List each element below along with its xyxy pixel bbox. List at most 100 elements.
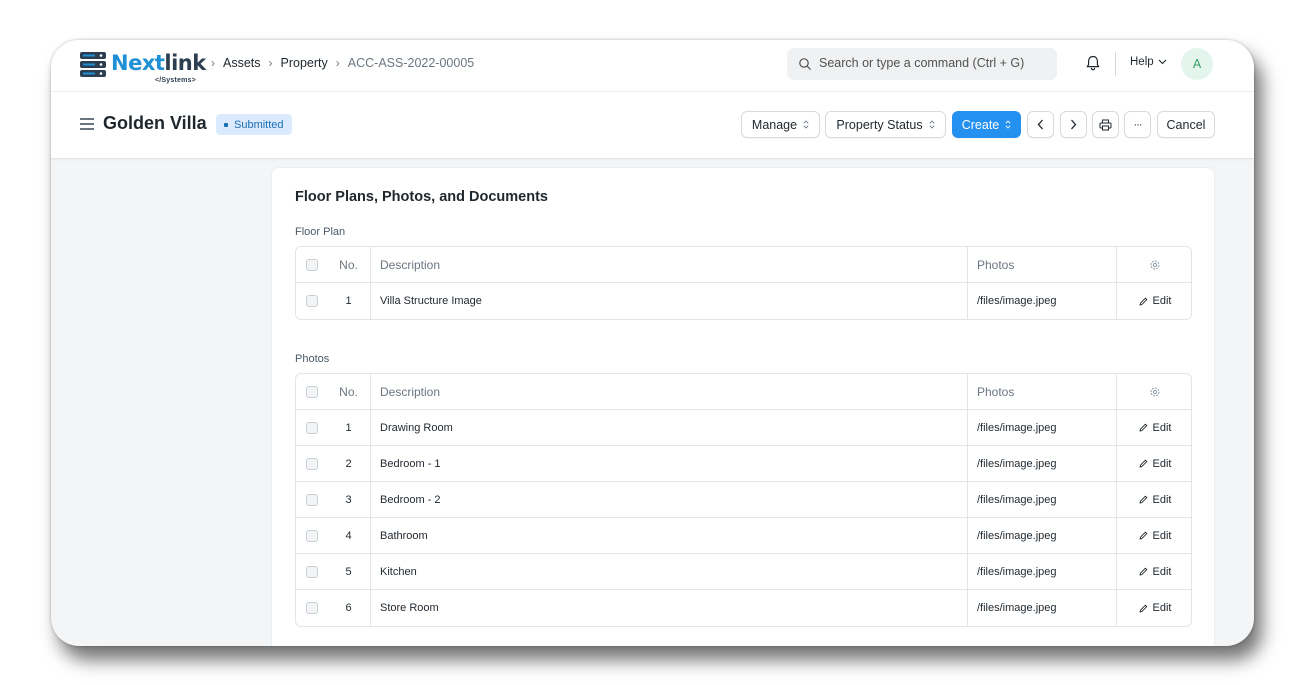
row-checkbox[interactable] xyxy=(305,421,318,434)
row-number: 2 xyxy=(327,446,371,481)
help-label: Help xyxy=(1130,56,1154,68)
edit-label: Edit xyxy=(1152,602,1172,614)
row-checkbox[interactable] xyxy=(305,602,318,614)
table-row[interactable]: 1 Villa Structure Image /files/image.jpe… xyxy=(296,283,1191,319)
chevron-right-icon: › xyxy=(211,56,215,70)
column-header-photos: Photos xyxy=(968,374,1117,409)
create-button[interactable]: Create xyxy=(952,111,1021,138)
edit-row-button[interactable]: Edit xyxy=(1139,493,1172,506)
search-icon xyxy=(799,58,811,70)
row-photo[interactable]: /files/image.jpeg xyxy=(968,446,1117,481)
pencil-icon xyxy=(1139,459,1147,468)
row-photo[interactable]: /files/image.jpeg xyxy=(968,590,1117,626)
table-header-row: No. Description Photos xyxy=(296,247,1191,283)
row-description[interactable]: Villa Structure Image xyxy=(371,283,968,319)
table-row[interactable]: 4 Bathroom /files/image.jpeg Edit xyxy=(296,518,1191,554)
breadcrumb-property[interactable]: Property xyxy=(281,56,328,70)
row-number: 6 xyxy=(327,590,371,626)
row-checkbox[interactable] xyxy=(305,565,318,578)
section-title: Floor Plans, Photos, and Documents xyxy=(295,189,548,205)
manage-label: Manage xyxy=(751,117,798,132)
status-dot-icon xyxy=(224,122,228,127)
row-number: 3 xyxy=(327,482,371,517)
cancel-label: Cancel xyxy=(1166,117,1206,132)
breadcrumb: › Assets › Property › ACC-ASS-2022-00005 xyxy=(203,55,474,71)
row-photo[interactable]: /files/image.jpeg xyxy=(968,518,1117,553)
row-checkbox[interactable] xyxy=(305,457,318,470)
edit-label: Edit xyxy=(1152,421,1172,434)
select-all-checkbox[interactable] xyxy=(305,385,318,398)
edit-row-button[interactable]: Edit xyxy=(1139,295,1171,307)
settings-icon[interactable] xyxy=(1149,386,1161,398)
edit-row-button[interactable]: Edit xyxy=(1139,566,1171,578)
row-checkbox[interactable] xyxy=(305,529,318,542)
floor-plan-table: No. Description Photos 1 Villa Structure… xyxy=(295,246,1192,320)
breadcrumb-current[interactable]: ACC-ASS-2022-00005 xyxy=(348,56,474,70)
logo-wordmark: Nextlink xyxy=(111,51,206,75)
column-header-description: Description xyxy=(371,247,968,282)
column-header-no: No. xyxy=(327,247,371,282)
row-description[interactable]: Store Room xyxy=(371,590,968,626)
app-window: Nextlink </Systems> › Assets › Property … xyxy=(51,40,1254,646)
previous-button[interactable] xyxy=(1027,111,1054,138)
chevron-right-icon: › xyxy=(335,56,340,70)
table-row[interactable]: 1 Drawing Room /files/image.jpeg Edit xyxy=(296,410,1191,446)
pencil-icon xyxy=(1139,531,1147,540)
printer-icon xyxy=(1099,119,1112,130)
select-all-checkbox[interactable] xyxy=(305,258,318,271)
row-description[interactable]: Drawing Room xyxy=(371,410,968,445)
breadcrumb-assets[interactable]: Assets xyxy=(223,56,261,70)
edit-row-button[interactable]: Edit xyxy=(1139,530,1171,542)
pencil-icon xyxy=(1139,297,1147,305)
row-checkbox[interactable] xyxy=(305,295,318,307)
row-photo[interactable]: /files/image.jpeg xyxy=(968,482,1117,517)
search-input[interactable]: Search or type a command (Ctrl + G) xyxy=(787,48,1057,80)
sort-icon xyxy=(803,120,809,129)
property-status-label: Property Status xyxy=(836,117,923,132)
row-description[interactable]: Bathroom xyxy=(371,518,968,553)
create-label: Create xyxy=(961,117,1000,132)
property-status-button[interactable]: Property Status xyxy=(825,111,946,138)
pencil-icon xyxy=(1139,567,1147,576)
form-section-card: Floor Plans, Photos, and Documents Floor… xyxy=(271,167,1215,646)
avatar[interactable]: A xyxy=(1181,48,1213,80)
row-checkbox[interactable] xyxy=(305,493,318,506)
row-description[interactable]: Bedroom - 2 xyxy=(371,482,968,517)
help-dropdown[interactable]: Help xyxy=(1130,56,1167,68)
row-description[interactable]: Kitchen xyxy=(371,554,968,589)
edit-label: Edit xyxy=(1152,457,1172,470)
row-photo[interactable]: /files/image.jpeg xyxy=(968,410,1117,445)
cancel-button[interactable]: Cancel xyxy=(1157,111,1215,138)
row-description[interactable]: Bedroom - 1 xyxy=(371,446,968,481)
logo[interactable]: Nextlink </Systems> xyxy=(79,47,206,87)
table-row[interactable]: 3 Bedroom - 2 /files/image.jpeg Edit xyxy=(296,482,1191,518)
logo-subtitle: </Systems> xyxy=(155,77,196,84)
manage-button[interactable]: Manage xyxy=(741,111,820,138)
edit-row-button[interactable]: Edit xyxy=(1139,457,1172,470)
search-placeholder: Search or type a command (Ctrl + G) xyxy=(819,56,1025,70)
table-row[interactable]: 2 Bedroom - 1 /files/image.jpeg Edit xyxy=(296,446,1191,482)
column-header-no: No. xyxy=(327,374,371,409)
table-row[interactable]: 6 Store Room /files/image.jpeg Edit xyxy=(296,590,1191,626)
photos-table: No. Description Photos 1 Drawing Room /f… xyxy=(295,373,1192,627)
bell-icon[interactable] xyxy=(1084,54,1102,72)
hamburger-icon[interactable] xyxy=(80,118,94,130)
chevron-right-icon: › xyxy=(268,56,273,70)
more-button[interactable]: ··· xyxy=(1124,111,1151,138)
row-photo[interactable]: /files/image.jpeg xyxy=(968,283,1117,319)
pencil-icon xyxy=(1139,423,1147,432)
table-row[interactable]: 5 Kitchen /files/image.jpeg Edit xyxy=(296,554,1191,590)
edit-label: Edit xyxy=(1152,493,1172,506)
settings-icon[interactable] xyxy=(1149,259,1161,271)
next-button[interactable] xyxy=(1060,111,1087,138)
print-button[interactable] xyxy=(1092,111,1119,138)
pencil-icon xyxy=(1139,604,1147,612)
sort-icon xyxy=(1005,120,1011,129)
pencil-icon xyxy=(1139,495,1147,504)
page-title: Golden Villa xyxy=(103,113,207,133)
row-number: 1 xyxy=(327,283,371,319)
row-photo[interactable]: /files/image.jpeg xyxy=(968,554,1117,589)
edit-row-button[interactable]: Edit xyxy=(1139,421,1172,434)
edit-row-button[interactable]: Edit xyxy=(1139,602,1172,614)
status-label: Submitted xyxy=(234,118,284,131)
